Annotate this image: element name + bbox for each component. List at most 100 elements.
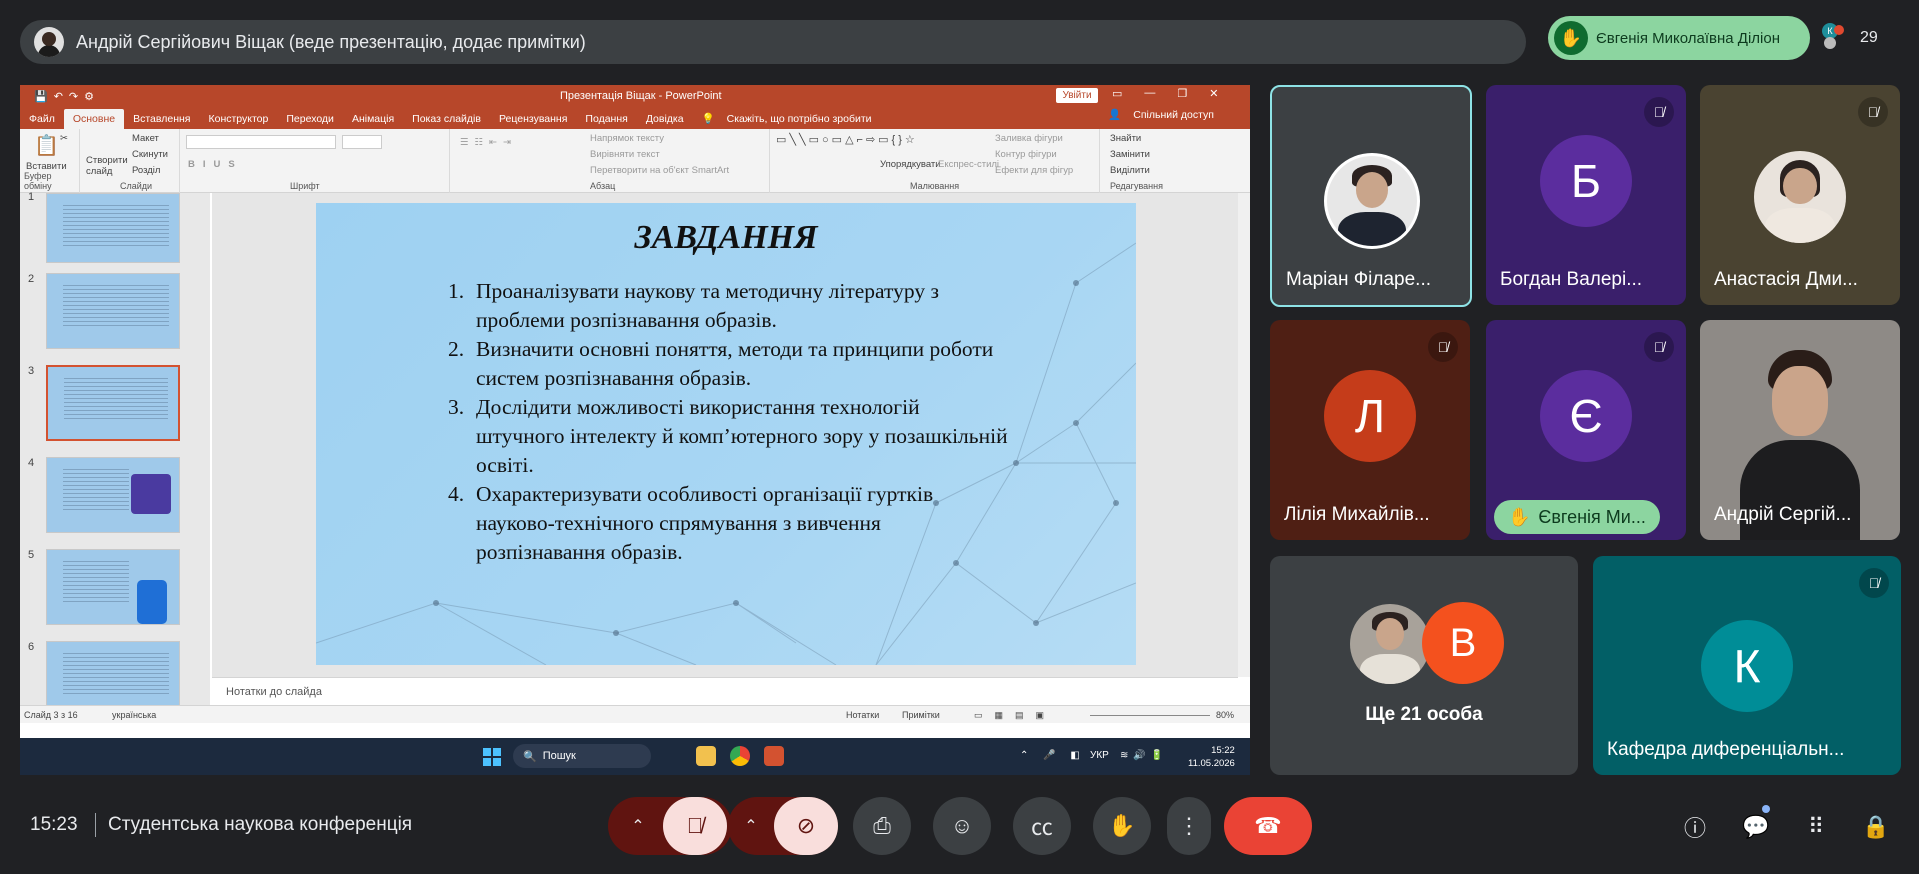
keyboard-language[interactable]: УКР [1090,750,1109,761]
network-volume-icons[interactable]: ≋🔊🔋 [1120,750,1168,761]
ppt-window-title: Презентація Віщак - PowerPoint [560,90,722,102]
language-status[interactable]: українська [112,710,156,720]
font-format-icons[interactable]: BIUS [188,159,243,170]
menu-view[interactable]: Подання [576,113,636,129]
participant-tile[interactable]: 🎙̸ К Кафедра диференціальн... [1593,556,1901,775]
host-controls-icon[interactable]: 🔒 [1860,811,1892,843]
participant-tile[interactable]: 🎙̸ Б Богдан Валері... [1486,85,1686,305]
end-call-icon: ☎ [1254,813,1282,838]
present-screen-button[interactable]: ⎙ [853,797,911,855]
layout-button[interactable]: Макет [132,133,159,144]
menu-design[interactable]: Конструктор [199,113,277,129]
windows-start-icon[interactable] [483,748,501,766]
slide-thumbnail[interactable] [46,641,180,707]
powerpoint-icon[interactable] [764,746,784,766]
slide-thumbnail[interactable] [46,457,180,533]
notes-toggle[interactable]: Нотатки [846,710,879,720]
participants-button[interactable]: К 29 [1822,18,1904,58]
font-size-select[interactable] [342,135,382,149]
slide-thumbnail[interactable] [46,273,180,349]
taskbar-clock[interactable]: 15:22 11.05.2026 [1188,744,1235,770]
smartart-button[interactable]: Перетворити на об'єкт SmartArt [590,165,729,176]
shapes-gallery[interactable]: ▭╲╲▭○▭△⌐⇨▭{}☆ [776,133,918,146]
system-tray[interactable]: ⌃ 🎤 ◧ [1020,750,1086,761]
slide-number: 6 [28,641,35,653]
notes-pane[interactable]: Нотатки до слайда [212,677,1238,705]
camera-off-button[interactable]: ⊘ [774,797,838,855]
participant-tile[interactable]: 🎙̸ Л Лілія Михайлів... [1270,320,1470,540]
find-button[interactable]: Знайти [1110,133,1141,144]
participant-tile[interactable]: Андрій Сергій... [1700,320,1900,540]
more-options-button[interactable]: ⋮ [1167,797,1211,855]
current-slide[interactable]: ЗАВДАННЯ 1. Проаналізувати наукову та мет… [316,203,1136,665]
participant-tile[interactable]: 🎙̸ Анастасія Дми... [1700,85,1900,305]
signin-button[interactable]: Увійти [1056,88,1098,103]
zoom-level[interactable]: 80% [1216,710,1234,720]
font-name-select[interactable] [186,135,336,149]
align-text-button[interactable]: Вирівняти текст [590,149,660,160]
shape-fill-button[interactable]: Заливка фігури [995,133,1063,144]
reactions-button[interactable]: ☺ [933,797,991,855]
vertical-scrollbar[interactable] [1238,193,1250,677]
close-icon[interactable]: ✕ [1209,87,1218,100]
cut-icon[interactable]: ✂ [60,133,68,144]
new-slide-button[interactable]: Створити слайд [86,155,128,177]
participant-avatar: В [1422,602,1504,684]
restore-icon[interactable]: ❐ [1177,87,1187,100]
file-explorer-icon[interactable] [696,746,716,766]
taskbar-search[interactable]: 🔍 Пошук [513,744,651,768]
activities-icon[interactable]: ⠿ [1800,811,1832,843]
camera-options-chevron-icon[interactable]: ⌃ [728,816,774,836]
slide-thumbnail[interactable] [46,549,180,625]
quick-access-toolbar[interactable]: 💾↶↷⚙ [34,90,100,103]
mic-off-button[interactable]: 🎙̸ [663,797,727,855]
menu-animations[interactable]: Анімація [343,113,403,129]
comments-toggle[interactable]: Примітки [902,710,940,720]
task-text: Дослідити можливості використання технол… [476,395,1008,477]
minimize-icon[interactable]: — [1144,87,1155,100]
menu-review[interactable]: Рецензування [490,113,576,129]
view-buttons[interactable]: ▭▦▤▣ [974,710,1056,721]
participant-tile[interactable]: 🎙̸ Є ✋ Євгенія Ми... [1486,320,1686,540]
select-button[interactable]: Виділити [1110,165,1150,176]
presenter-banner[interactable]: Андрій Сергійович Віщак (веде презентаці… [20,20,1526,64]
menu-home[interactable]: Основне [63,109,125,129]
paragraph-group: Напрямок тексту Вирівняти текст Перетвор… [450,129,770,193]
tell-me-search[interactable]: 💡 Скажіть, що потрібно зробити [693,112,890,129]
paste-icon[interactable]: 📋 [34,133,59,158]
menu-transitions[interactable]: Переходи [277,113,343,129]
mic-options-chevron-icon[interactable]: ⌃ [613,816,663,836]
more-participants-tile[interactable]: В Ще 21 особа [1270,556,1578,775]
shape-effects-button[interactable]: Ефекти для фігур [995,165,1073,176]
raised-hand-notification[interactable]: ✋ Євгенія Миколаївна Діліон [1548,16,1810,60]
replace-button[interactable]: Замінити [1110,149,1150,160]
participant-tile[interactable]: Маріан Філаре... [1270,85,1472,307]
captions-button[interactable]: ㏄ [1013,797,1071,855]
camera-off-icon: ⊘ [796,813,816,838]
captions-icon: ㏄ [1030,815,1053,840]
quick-styles-button[interactable]: Експрес-стилі [938,159,999,170]
slide-thumbnail[interactable] [46,193,180,263]
text-direction-button[interactable]: Напрямок тексту [590,133,664,144]
reset-button[interactable]: Скинути [132,149,168,160]
zoom-slider[interactable] [1090,715,1210,716]
menu-slideshow[interactable]: Показ слайдів [403,113,490,129]
menu-file[interactable]: Файл [20,113,64,129]
section-button[interactable]: Розділ [132,165,160,176]
more-participants-label: Ще 21 особа [1365,704,1483,725]
list-icons[interactable]: ☰☷⇤⇥ [460,137,517,148]
menu-insert[interactable]: Вставлення [124,113,199,129]
menu-help[interactable]: Довідка [637,113,693,129]
chrome-icon[interactable] [730,746,750,766]
arrange-button[interactable]: Упорядкувати [880,159,941,170]
shared-screen[interactable]: 💾↶↷⚙ Презентація Віщак - PowerPoint Увій… [20,85,1250,775]
leave-call-button[interactable]: ☎ [1224,797,1312,855]
search-icon: 🔍 [523,750,537,763]
raise-hand-button[interactable]: ✋ [1093,797,1151,855]
slide-thumbnail-selected[interactable] [46,365,180,441]
shape-outline-button[interactable]: Контур фігури [995,149,1057,160]
meeting-info-icon[interactable]: ⓘ [1679,811,1711,843]
ribbon-display-icon[interactable]: ▭ [1112,87,1122,100]
share-button[interactable]: 👤 Спільний доступ [1099,108,1232,125]
chat-icon[interactable]: 💬 [1740,811,1772,843]
